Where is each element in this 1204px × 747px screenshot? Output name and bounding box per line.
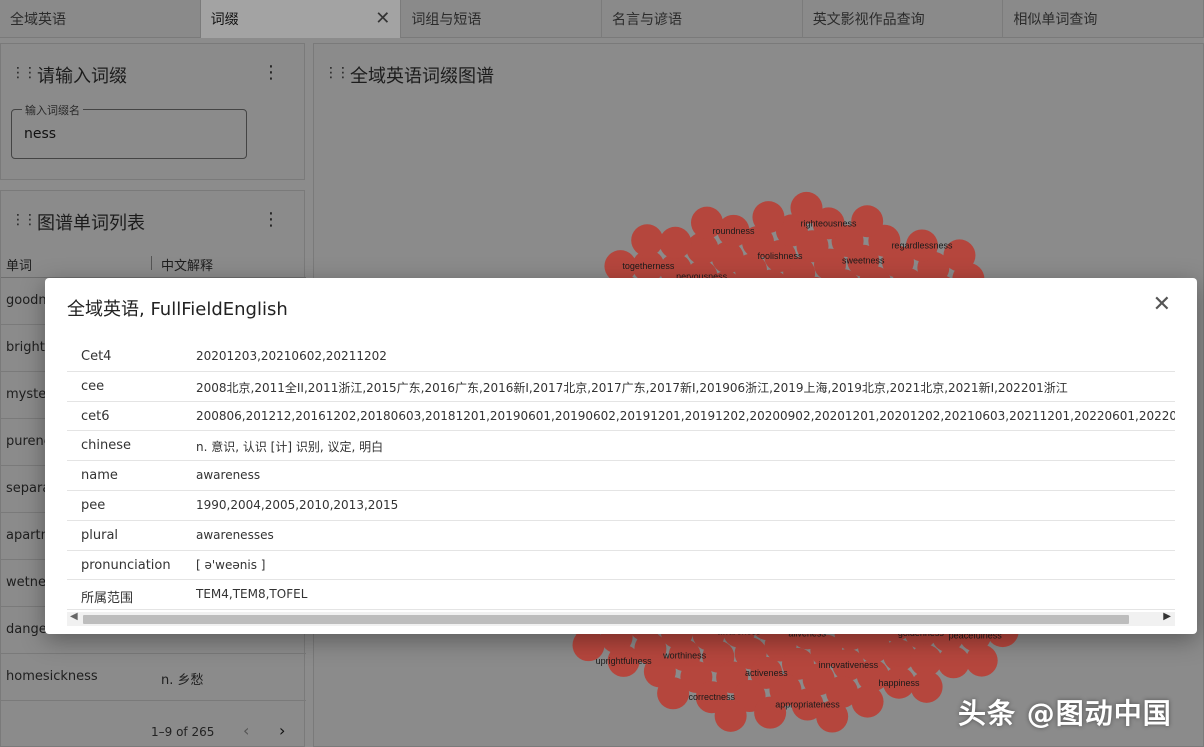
- dialog-title: 全域英语, FullFieldEnglish: [67, 299, 288, 320]
- close-icon[interactable]: ✕: [1153, 292, 1171, 317]
- graph-node[interactable]: [659, 226, 692, 259]
- tab-film-search[interactable]: 英文影视作品查询: [803, 0, 1004, 38]
- watermark: 头条 @图动中国: [958, 697, 1172, 730]
- tab-phrases[interactable]: 词组与短语: [401, 0, 603, 38]
- arrow-left-icon[interactable]: ◀: [70, 611, 78, 622]
- detail-value: awareness: [196, 468, 261, 483]
- detail-key: chinese: [81, 438, 132, 454]
- tab-all-english[interactable]: 全域英语: [0, 0, 201, 38]
- detail-table: Cet4 20201203,20210602,20211202 cee 2008北京,…: [67, 342, 1175, 612]
- table-row[interactable]: homesickness n. 乡愁: [1, 654, 306, 701]
- detail-value: n. 意识, 认识 [计] 识别, 议定, 明白: [196, 440, 384, 455]
- detail-key: plural: [81, 527, 119, 543]
- word-cell: homesickness: [6, 669, 98, 684]
- horizontal-scrollbar[interactable]: ◀ ▶: [67, 611, 1175, 626]
- scrollbar-thumb[interactable]: [83, 615, 1129, 624]
- detail-row: name awareness: [67, 461, 1175, 491]
- chevron-left-icon[interactable]: ‹: [243, 721, 249, 740]
- graph-node-label: happiness: [878, 678, 920, 688]
- graph-node[interactable]: [965, 644, 998, 677]
- tab-quotes[interactable]: 名言与谚语: [602, 0, 803, 38]
- meaning-cell: n. 乡愁: [161, 673, 204, 688]
- graph-node-label: worthiness: [662, 650, 707, 660]
- chevron-right-icon[interactable]: ›: [279, 721, 285, 740]
- detail-dialog: 全域英语, FullFieldEnglish ✕ Cet4 20201203,20…: [45, 278, 1197, 634]
- graph-node[interactable]: [937, 646, 970, 679]
- panel-title: 全域英语词缀图谱: [350, 66, 494, 87]
- graph-node-label: foolishness: [758, 251, 804, 261]
- detail-row: cee 2008北京,2011全II,2011浙江,2015广东,2016广东,2…: [67, 372, 1175, 402]
- detail-row: 所属范围 TEM4,TEM8,TOFEL: [67, 580, 1175, 611]
- close-icon[interactable]: ✕: [375, 8, 390, 29]
- column-header-meaning[interactable]: 中文解释: [161, 255, 213, 274]
- tab-affix[interactable]: 词缀 ✕: [200, 0, 402, 38]
- more-vert-icon[interactable]: ⋮: [262, 62, 280, 83]
- detail-value: awarenesses: [196, 527, 274, 542]
- detail-key: pronunciation: [81, 557, 171, 573]
- graph-node[interactable]: [657, 677, 690, 710]
- tab-similar-words[interactable]: 相似单词查询: [1003, 0, 1204, 38]
- drag-handle-icon[interactable]: ⋮⋮: [324, 65, 350, 81]
- panel-title: 图谱单词列表: [37, 213, 145, 234]
- tab-label: 名言与谚语: [612, 12, 683, 28]
- drag-handle-icon[interactable]: ⋮⋮: [11, 65, 37, 81]
- graph-node-label: activeness: [745, 668, 788, 678]
- detail-row: cet6 200806,201212,20161202,20180603,2018…: [67, 402, 1175, 432]
- affix-input-panel: ⋮⋮ 请输入词缀 ⋮ 输入词缀名 ness: [0, 43, 305, 180]
- panel-title: 请输入词缀: [37, 66, 127, 87]
- graph-node-label: roundness: [712, 226, 755, 236]
- more-vert-icon[interactable]: ⋮: [262, 209, 280, 230]
- drag-handle-icon[interactable]: ⋮⋮: [11, 212, 37, 228]
- pagination-text: 1–9 of 265: [151, 725, 215, 739]
- detail-key: name: [81, 468, 118, 484]
- graph-node-label: sweetness: [842, 256, 885, 266]
- graph-node[interactable]: [631, 224, 664, 257]
- detail-key: pee: [81, 497, 106, 513]
- detail-value: 2008北京,2011全II,2011浙江,2015广东,2016广东,2016…: [196, 380, 1068, 395]
- detail-row: plural awarenesses: [67, 521, 1175, 551]
- table-header: 单词 中文解释: [1, 248, 306, 278]
- tab-bar: 全域英语 词缀 ✕ 词组与短语 名言与谚语 英文影视作品查询 相似单词查询: [0, 0, 1204, 38]
- detail-value: TEM4,TEM8,TOFEL: [196, 587, 308, 602]
- tab-label: 英文影视作品查询: [812, 12, 925, 28]
- detail-row: chinese n. 意识, 认识 [计] 识别, 议定, 明白: [67, 431, 1175, 462]
- detail-key: cet6: [81, 408, 110, 424]
- detail-key: Cet4: [81, 349, 112, 364]
- field-label: 输入词缀名: [22, 102, 83, 118]
- graph-node-label: innovativeness: [819, 660, 879, 670]
- graph-node-label: appropriateness: [775, 700, 840, 710]
- tab-label: 词组与短语: [411, 12, 482, 28]
- graph-node-label: uprightfulness: [596, 656, 653, 666]
- field-value[interactable]: ness: [24, 126, 56, 142]
- detail-value: 20201203,20210602,20211202: [196, 349, 387, 363]
- graph-node[interactable]: [883, 639, 916, 672]
- detail-value: [ ə'weənis ]: [196, 557, 266, 572]
- graph-node-label: correctness: [689, 692, 736, 702]
- column-header-word[interactable]: 单词: [6, 255, 32, 274]
- graph-node-label: togetherness: [622, 261, 675, 271]
- detail-value: 1990,2004,2005,2010,2013,2015: [196, 497, 399, 512]
- detail-row: pee 1990,2004,2005,2010,2013,2015: [67, 491, 1175, 521]
- affix-input[interactable]: 输入词缀名 ness: [11, 102, 247, 159]
- column-divider: [151, 256, 152, 270]
- detail-value: 200806,201212,20161202,20180603,20181201…: [196, 408, 1175, 423]
- detail-row: pronunciation [ ə'weənis ]: [67, 551, 1175, 581]
- graph-node[interactable]: [851, 685, 884, 718]
- tab-label: 相似单词查询: [1013, 12, 1098, 28]
- graph-node-label: righteousness: [801, 218, 858, 228]
- tab-label: 全域英语: [10, 12, 66, 28]
- graph-node-label: regardlessness: [891, 240, 953, 250]
- detail-row: Cet4 20201203,20210602,20211202: [67, 342, 1175, 372]
- arrow-right-icon[interactable]: ▶: [1163, 611, 1171, 622]
- graph-node[interactable]: [752, 201, 785, 234]
- detail-key: 所属范围: [81, 591, 134, 607]
- graph-node[interactable]: [714, 699, 747, 732]
- tab-label: 词缀: [210, 12, 239, 28]
- detail-key: cee: [81, 378, 105, 394]
